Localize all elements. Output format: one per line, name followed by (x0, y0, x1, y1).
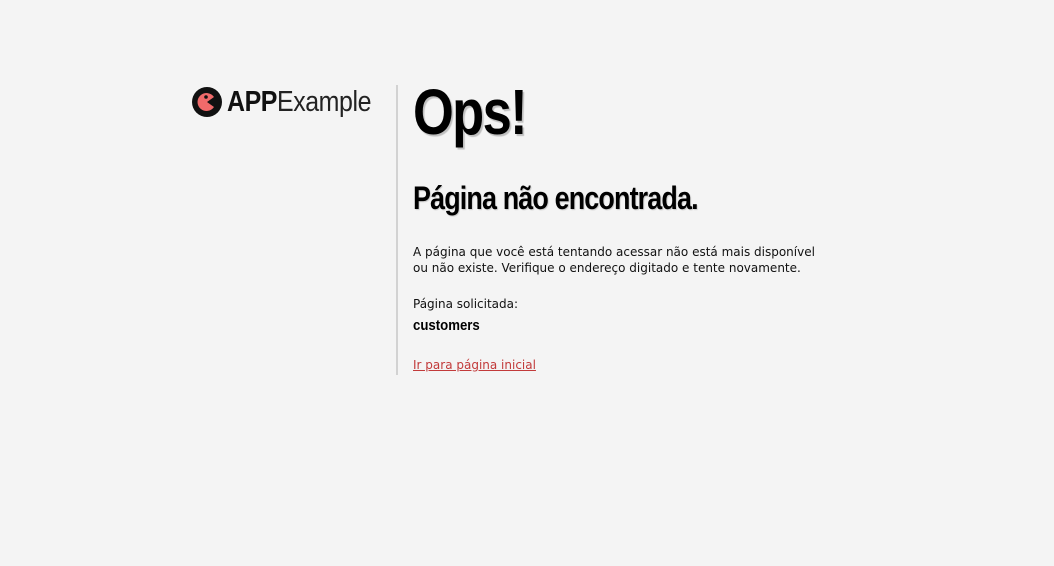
not-found-heading: Página não encontrada. (413, 180, 699, 216)
vertical-divider (396, 85, 398, 375)
pacman-logo-icon (192, 87, 222, 117)
app-logo: APPExample (192, 84, 394, 120)
requested-page-value: customers (413, 317, 480, 334)
error-message: A página que você está tentando acessar … (413, 245, 815, 275)
error-content: Ops! Página não encontrada. A página que… (413, 80, 833, 373)
app-name: APPExample (227, 84, 371, 120)
home-link[interactable]: Ir para página inicial (413, 357, 536, 373)
app-name-strong: APP (227, 86, 278, 118)
requested-page-label: Página solicitada: (413, 297, 519, 311)
error-title: Ops! (413, 76, 528, 148)
app-name-light: Example (277, 86, 372, 118)
